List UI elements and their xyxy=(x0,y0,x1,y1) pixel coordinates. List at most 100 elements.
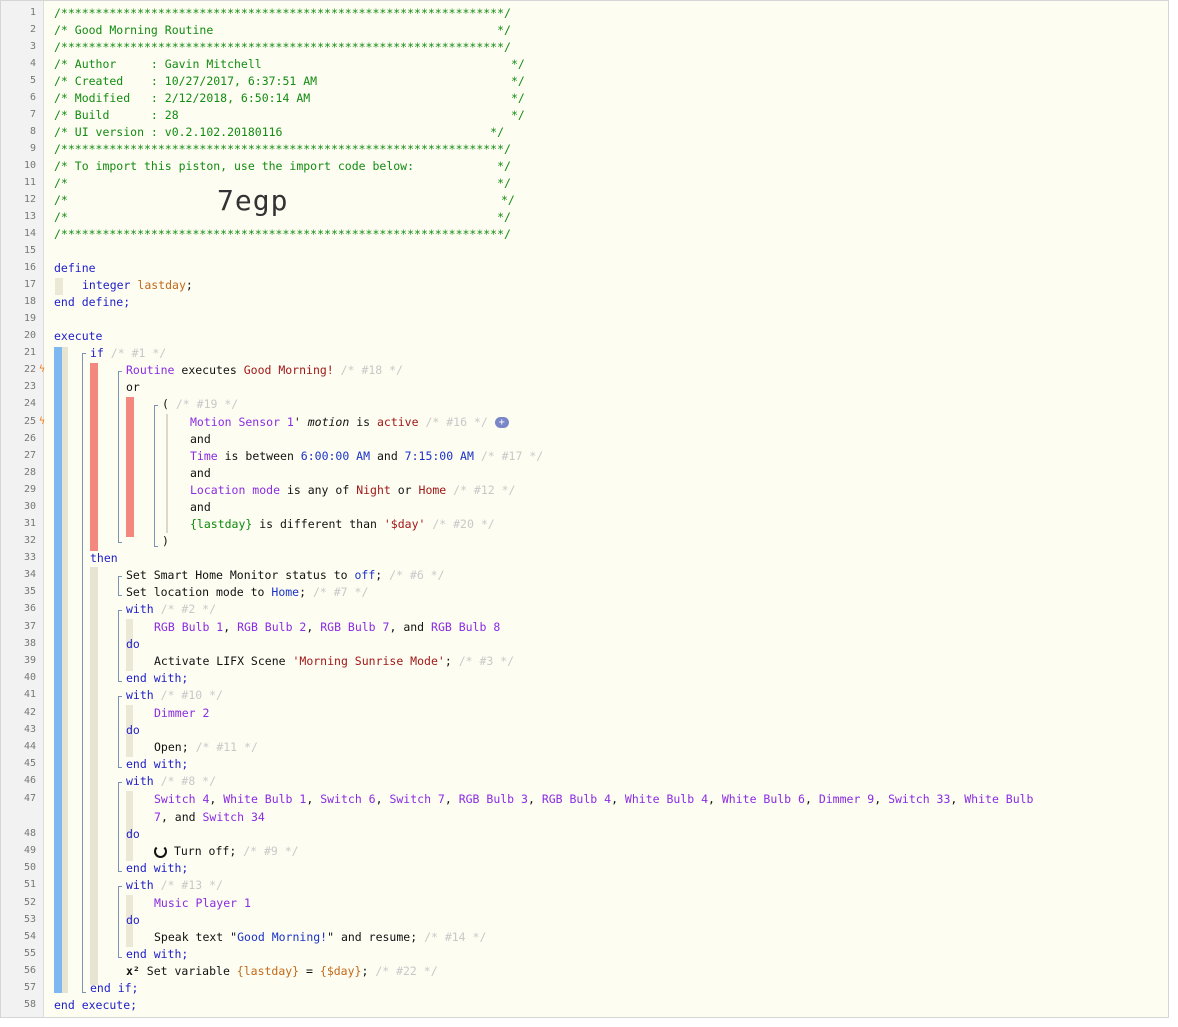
device: Switch 4 xyxy=(154,792,210,806)
device-list[interactable]: RGB Bulb 1, RGB Bulb 2, RGB Bulb 7, and … xyxy=(154,619,500,636)
line-number: 18 xyxy=(23,296,36,307)
condition-routine[interactable]: Routine executes Good Morning! /* #18 */ xyxy=(126,362,403,379)
if-statement[interactable]: if /* #1 */ xyxy=(90,345,166,362)
execute-keyword[interactable]: execute xyxy=(54,328,102,345)
device-list-wrap[interactable]: 7, and Switch 34 xyxy=(154,809,265,826)
line-number: 19 xyxy=(23,313,36,324)
end-with-keyword[interactable]: end with; xyxy=(126,756,188,773)
separator: , and xyxy=(160,810,203,824)
value: active xyxy=(376,415,419,429)
and-operator[interactable]: and xyxy=(190,431,211,448)
action: " and resume; xyxy=(327,930,418,944)
with-statement[interactable]: with /* #13 */ xyxy=(126,877,223,894)
do-keyword[interactable]: do xyxy=(126,912,140,929)
paren: ( xyxy=(162,397,169,411)
variable-icon: x² xyxy=(126,964,140,978)
with-bracket-1 xyxy=(118,610,122,682)
comment: /* #7 */ xyxy=(312,585,369,599)
group-close[interactable]: ) xyxy=(162,533,169,550)
device: RGB Bulb 1 xyxy=(154,620,224,634)
task-lifx-scene[interactable]: Activate LIFX Scene 'Morning Sunrise Mod… xyxy=(154,653,514,670)
semicolon: ; xyxy=(444,654,452,668)
header-border: /***************************************… xyxy=(54,40,511,54)
header-border: /***************************************… xyxy=(54,142,511,156)
value: '$day' xyxy=(383,517,426,531)
or-word: or xyxy=(390,483,419,497)
task-turn-off[interactable]: Turn off; /* #9 */ xyxy=(154,843,299,860)
device-list-long[interactable]: Switch 4, White Bulb 1, Switch 6, Switch… xyxy=(154,791,1034,808)
action: Set Smart Home Monitor status to xyxy=(126,568,355,582)
with-keyword: with xyxy=(126,878,154,892)
comment: /* #3 */ xyxy=(458,654,515,668)
line-number: 52 xyxy=(23,897,36,908)
statement-shm[interactable]: Set Smart Home Monitor status to off; /*… xyxy=(126,567,445,584)
comment: /* #1 */ xyxy=(110,346,167,360)
with-statement[interactable]: with /* #8 */ xyxy=(126,773,216,790)
subject: Time xyxy=(190,449,218,463)
statement-location-mode[interactable]: Set location mode to Home; /* #7 */ xyxy=(126,584,368,601)
line-number: 38 xyxy=(23,638,36,649)
separator: , xyxy=(223,620,238,634)
value: Good Morning! xyxy=(237,930,328,944)
with-statement[interactable]: with /* #10 */ xyxy=(126,687,223,704)
and-operator[interactable]: and xyxy=(190,499,211,516)
group-inner-bar xyxy=(166,414,168,533)
line-number: 48 xyxy=(23,828,36,839)
line-number: 58 xyxy=(23,999,36,1010)
end-with-keyword[interactable]: end with; xyxy=(126,860,188,877)
line-number: 40 xyxy=(23,672,36,683)
line-number: 36 xyxy=(23,603,36,614)
group-bracket xyxy=(154,405,158,547)
or-bracket xyxy=(118,371,122,543)
line-number: 8 xyxy=(29,126,36,137)
end-if-keyword[interactable]: end if; xyxy=(90,980,138,997)
end-define-keyword[interactable]: end define; xyxy=(54,294,130,311)
line-number: 33 xyxy=(23,552,36,563)
line-number: 54 xyxy=(23,931,36,942)
comment: /* #17 */ xyxy=(480,449,544,463)
device-music-player[interactable]: Music Player 1 xyxy=(154,895,251,912)
do-keyword[interactable]: do xyxy=(126,636,140,653)
comment: /* #16 */ xyxy=(425,415,488,429)
turn-off-icon xyxy=(154,845,167,858)
comment: /* #12 */ xyxy=(453,483,516,497)
task-open[interactable]: Open; /* #11 */ xyxy=(154,739,258,756)
or-operator[interactable]: or xyxy=(126,379,140,396)
device: RGB Bulb 2 xyxy=(237,620,307,634)
line-number: 43 xyxy=(23,724,36,735)
device: RGB Bulb 3 xyxy=(458,792,528,806)
end-with-keyword[interactable]: end with; xyxy=(126,946,188,963)
attribute: motion xyxy=(307,415,350,429)
line-number: 4 xyxy=(29,58,36,69)
statement-set-variable[interactable]: x² Set variable {lastday} = {$day}; /* #… xyxy=(126,963,438,980)
with-statement[interactable]: with /* #2 */ xyxy=(126,601,216,618)
end-execute-keyword[interactable]: end execute; xyxy=(54,997,137,1014)
line-number: 20 xyxy=(23,330,36,341)
group-open[interactable]: ( /* #19 */ xyxy=(162,396,238,413)
condition-motion[interactable]: Motion Sensor 1' motion is active /* #16… xyxy=(190,414,509,431)
variable-declaration[interactable]: integer lastday; xyxy=(82,277,193,294)
header-modified: /* Modified : 2/12/2018, 6:50:14 AM */ xyxy=(54,91,525,105)
device: Switch 33 xyxy=(888,792,951,806)
add-condition-icon[interactable]: + xyxy=(494,417,509,428)
with-bracket-3 xyxy=(118,782,122,872)
line-number: 14 xyxy=(23,228,36,239)
device: RGB Bulb 7 xyxy=(320,620,390,634)
and-operator[interactable]: and xyxy=(190,465,211,482)
do-keyword[interactable]: do xyxy=(126,722,140,739)
condition-location-mode[interactable]: Location mode is any of Night or Home /*… xyxy=(190,482,515,499)
comment: /* #14 */ xyxy=(424,930,487,944)
end-with-keyword[interactable]: end with; xyxy=(126,670,188,687)
task-speak[interactable]: Speak text "Good Morning!" and resume; /… xyxy=(154,929,486,946)
then-block-bar xyxy=(90,567,98,985)
condition-time[interactable]: Time is between 6:00:00 AM and 7:15:00 A… xyxy=(190,448,543,465)
condition-lastday[interactable]: {lastday} is different than '$day' /* #2… xyxy=(190,516,495,533)
comment: /* #6 */ xyxy=(389,568,445,582)
subject: Motion Sensor 1 xyxy=(190,415,294,429)
device-dimmer-2[interactable]: Dimmer 2 xyxy=(154,705,209,722)
line-number: 7 xyxy=(29,109,36,120)
line-number: 55 xyxy=(23,948,36,959)
do-keyword[interactable]: do xyxy=(126,826,140,843)
define-keyword[interactable]: define xyxy=(54,260,96,277)
then-keyword[interactable]: then xyxy=(90,550,118,567)
